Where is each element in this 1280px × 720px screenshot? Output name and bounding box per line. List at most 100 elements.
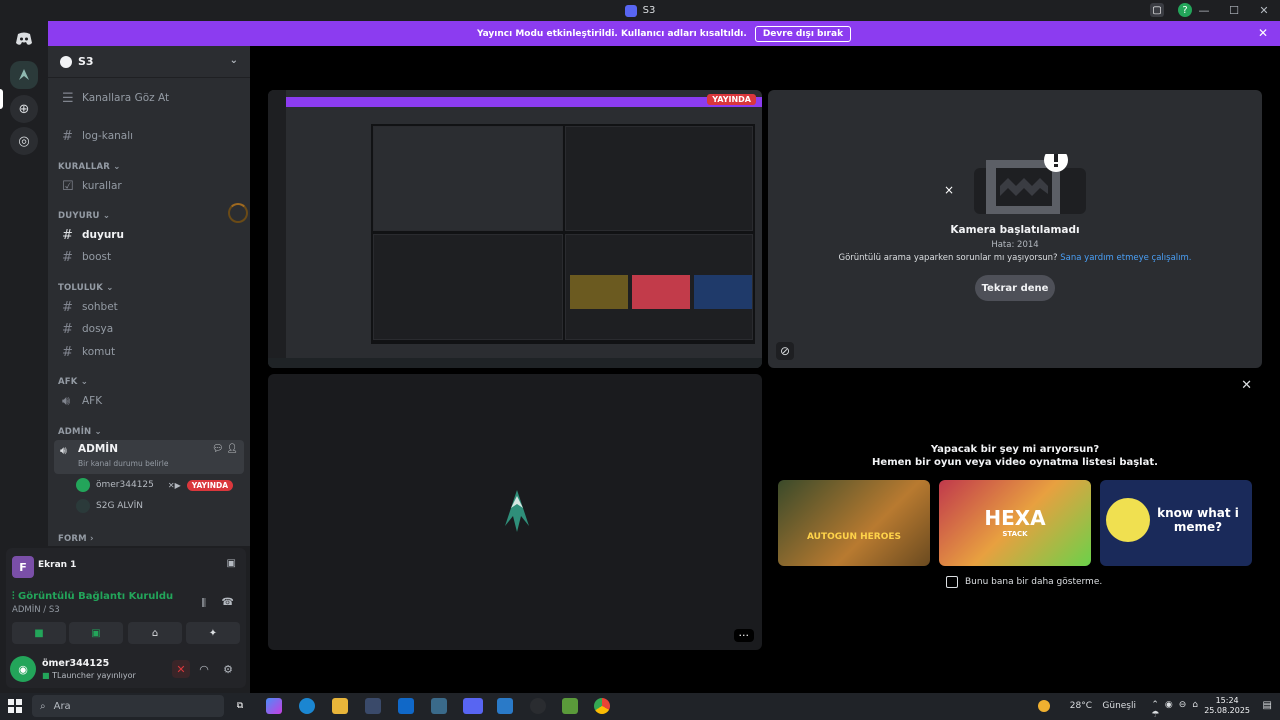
user-name[interactable]: ömer344125 — [42, 658, 109, 669]
checkbox[interactable] — [946, 576, 958, 588]
taskbar-search[interactable]: ⌕ Ara — [32, 695, 224, 717]
channel-boost[interactable]: # boost — [54, 247, 244, 267]
app-icon[interactable] — [497, 698, 513, 714]
task-view-icon[interactable]: ⧉ — [232, 698, 248, 714]
server-header[interactable]: S3 ⌄ — [48, 46, 250, 78]
banner-text: Yayıncı Modu etkinleştirildi. Kullanıcı … — [476, 28, 747, 39]
category-duyuru[interactable]: DUYURU ⌄ — [58, 211, 110, 221]
game-card-hexa[interactable]: HEXA STACK — [939, 480, 1091, 566]
home-discord-icon[interactable] — [10, 25, 38, 53]
category-form[interactable]: FORM › — [58, 534, 94, 544]
search-placeholder: Ara — [53, 700, 71, 712]
clock-time: 15:24 — [1215, 696, 1239, 705]
camera-error-title: Kamera başlatılamadı — [950, 224, 1080, 236]
file-explorer-icon[interactable] — [332, 698, 348, 714]
browse-channels[interactable]: ☰ Kanallara Göz At — [54, 88, 244, 108]
tray-icons[interactable]: ⌃◉⊖⌂☂ — [1151, 700, 1204, 720]
channel-dosya[interactable]: # dosya — [54, 319, 244, 339]
retry-button[interactable]: Tekrar dene — [975, 275, 1055, 301]
category-afk[interactable]: AFK ⌄ — [58, 377, 88, 387]
close-activity-icon[interactable]: ✕ — [1241, 378, 1252, 393]
help-icon[interactable]: ? — [1178, 3, 1192, 17]
game-card-autogun[interactable]: AUTOGUN HEROES — [778, 480, 930, 566]
more-options-icon[interactable]: ··· — [733, 629, 754, 642]
minecraft-icon[interactable] — [562, 698, 578, 714]
chat-invite-icons[interactable]: 💬︎ 👤︎ — [212, 444, 238, 454]
channel-log[interactable]: # log-kanalı — [54, 126, 244, 146]
server-s3-icon[interactable] — [10, 61, 38, 89]
stop-stream-icon[interactable]: ▣ — [227, 558, 236, 569]
soundboard-button[interactable]: ✦ — [186, 622, 240, 644]
store-icon[interactable] — [365, 698, 381, 714]
voice-channel-afk[interactable]: 🔊︎ AFK — [54, 391, 244, 411]
connection-status[interactable]: ⫶ Görüntülü Bağlantı Kuruldu — [12, 591, 173, 602]
obs-icon[interactable] — [530, 698, 546, 714]
search-icon: ⌕ — [40, 700, 46, 712]
window-title: S3 — [642, 5, 656, 16]
voice-channel-admin[interactable]: 🔊︎ ADMİN Bir kanal durumu belirle 💬︎ 👤︎ — [54, 440, 244, 474]
channel-duyuru[interactable]: # duyuru — [54, 225, 244, 245]
weather-desc[interactable]: Güneşli — [1102, 701, 1136, 711]
game-subtitle: STACK — [1002, 530, 1028, 538]
activities-button[interactable]: ⌂ — [128, 622, 182, 644]
windows-taskbar: ⌕ Ara ⧉ 28°C Güneşli ⌃◉⊖⌂☂ 15:24 25.08.2… — [0, 693, 1280, 720]
chrome-icon[interactable] — [594, 698, 610, 714]
channel-komut[interactable]: # komut — [54, 342, 244, 362]
channel-label: duyuru — [82, 229, 124, 241]
headphones-icon[interactable]: ◠ — [195, 660, 213, 678]
nested-taskbar — [268, 358, 762, 368]
discord-taskbar-icon[interactable] — [463, 698, 483, 714]
browse-label: Kanallara Göz At — [82, 92, 170, 104]
taskbar-clock[interactable]: 15:24 25.08.2025 — [1204, 696, 1250, 716]
app-icon[interactable] — [431, 698, 447, 714]
hash-icon: # — [62, 249, 73, 265]
explore-servers-icon[interactable]: ◎ — [10, 127, 38, 155]
screen-label: Ekran 1 — [38, 560, 77, 570]
outlook-icon[interactable] — [398, 698, 414, 714]
nested-game-card — [694, 275, 752, 309]
banner-close-icon[interactable]: ✕ — [1258, 26, 1268, 40]
category-admin[interactable]: ADMİN ⌄ — [58, 427, 102, 437]
share-screen-button[interactable]: ▣ — [69, 622, 123, 644]
noise-icon[interactable]: ⫼ — [201, 598, 206, 609]
voice-user-name: S2G ALVİN — [96, 501, 143, 511]
minimize-button[interactable]: — — [1196, 3, 1212, 17]
inbox-icon[interactable]: ▢ — [1150, 3, 1164, 17]
disable-streamer-mode-button[interactable]: Devre dışı bırak — [754, 25, 852, 42]
voice-user[interactable]: ömer344125 ✕▶ YAYINDA — [76, 476, 234, 494]
game-card-meme[interactable]: know what i meme? — [1100, 480, 1252, 566]
channel-status-text[interactable]: Bir kanal durumu belirle — [78, 459, 168, 468]
copilot-icon[interactable] — [266, 698, 282, 714]
help-link[interactable]: Sana yardım etmeye çalışalım. — [1060, 253, 1191, 263]
user-avatar-tile[interactable]: ··· — [268, 374, 762, 650]
windows-start-icon[interactable] — [8, 699, 22, 713]
hash-icon: # — [62, 344, 73, 360]
nested-tile — [373, 126, 563, 231]
category-label: DUYURU — [58, 211, 100, 221]
edge-icon[interactable] — [299, 698, 315, 714]
disconnect-icon[interactable]: ☎ — [222, 597, 234, 608]
settings-gear-icon[interactable]: ⚙ — [219, 660, 237, 678]
close-window-button[interactable]: ✕ — [1256, 3, 1272, 17]
selected-server-pill — [0, 89, 3, 109]
maximize-button[interactable]: ☐ — [1226, 3, 1242, 17]
screen-share-tile[interactable]: YAYINDA — [268, 90, 762, 368]
weather-temp[interactable]: 28°C — [1070, 701, 1092, 711]
notifications-icon[interactable]: ▤ — [1263, 700, 1272, 711]
voice-user-panel: F Ekran 1 ▣ ⫶ Görüntülü Bağlantı Kuruldu… — [6, 548, 246, 688]
category-kurallar[interactable]: KURALLAR ⌄ — [58, 162, 121, 172]
user-avatar[interactable]: ◉ — [10, 656, 36, 682]
dont-show-again[interactable]: Bunu bana bir daha gösterme. — [946, 576, 1102, 588]
category-toluluk[interactable]: TOLULUK ⌄ — [58, 283, 114, 293]
chevron-down-icon: ⌄ — [229, 55, 238, 66]
add-server-icon[interactable]: ⊕ — [10, 95, 38, 123]
checkbox-label: Bunu bana bir daha gösterme. — [965, 577, 1103, 587]
channel-label: boost — [82, 251, 112, 263]
hash-icon: # — [62, 227, 73, 243]
camera-button[interactable]: ■ — [12, 622, 66, 644]
channel-kurallar[interactable]: ☑ kurallar — [54, 176, 244, 196]
streamer-mode-banner: Yayıncı Modu etkinleştirildi. Kullanıcı … — [48, 21, 1280, 46]
voice-user[interactable]: S2G ALVİN — [76, 497, 143, 515]
channel-sohbet[interactable]: # sohbet — [54, 297, 244, 317]
mic-muted-icon[interactable]: ✕ — [172, 660, 190, 678]
